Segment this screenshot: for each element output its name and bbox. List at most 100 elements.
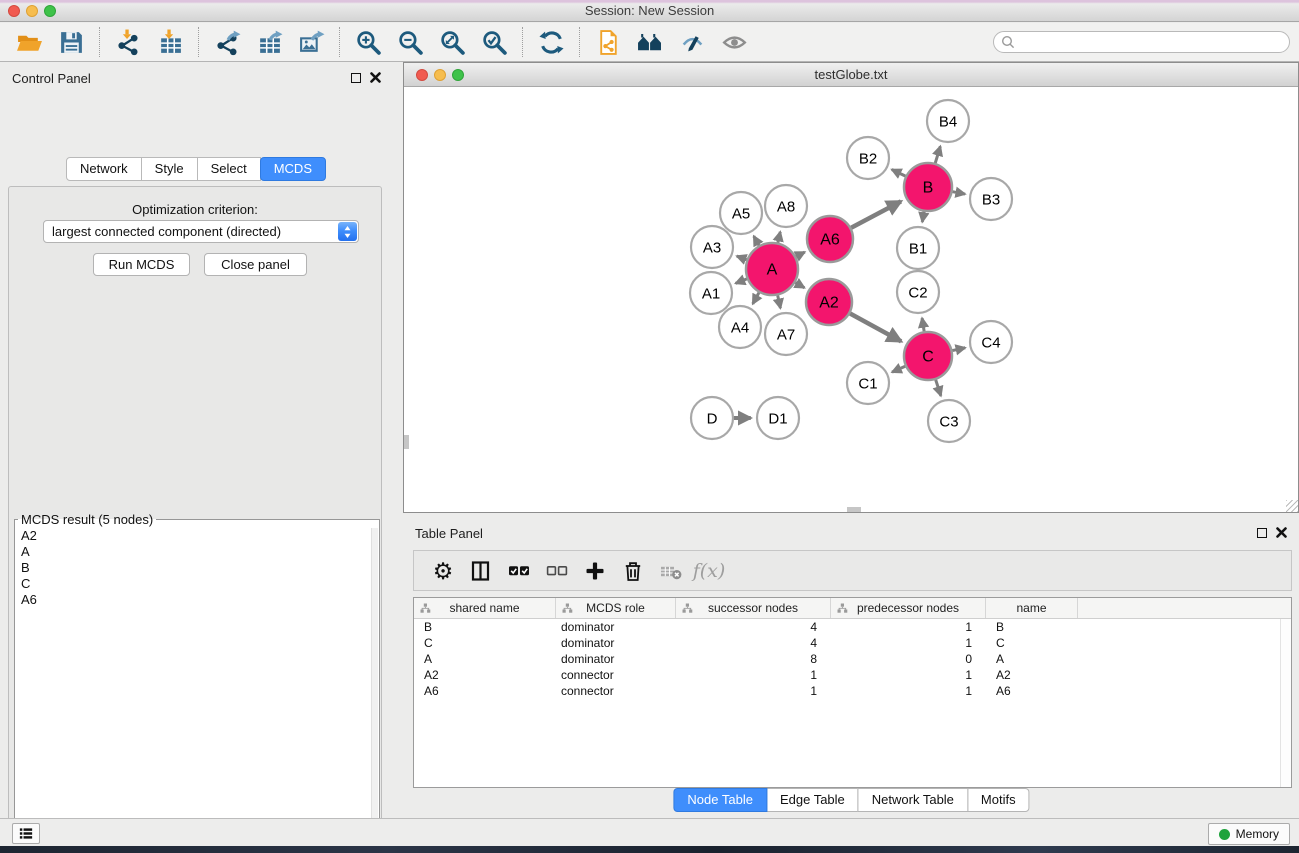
graph-nodes[interactable]: B4B2BB3B1A5A8A6A3AC2A1A2A4A7C4CC1C3DD1 <box>690 100 1012 442</box>
table-cell[interactable]: A6 <box>414 683 556 699</box>
node-C1[interactable]: C1 <box>847 362 889 404</box>
edge-B-B2[interactable] <box>892 169 906 176</box>
edge-A-A6[interactable] <box>796 252 805 257</box>
node-B[interactable]: B <box>904 163 952 211</box>
close-window-button[interactable] <box>8 5 20 17</box>
node-B3[interactable]: B3 <box>970 178 1012 220</box>
node-B1[interactable]: B1 <box>897 227 939 269</box>
edge-C-C2[interactable] <box>922 318 924 331</box>
table-cell[interactable]: A2 <box>986 667 1078 683</box>
run-mcds-button[interactable]: Run MCDS <box>93 253 190 276</box>
table-cell[interactable]: connector <box>556 667 676 683</box>
network-graph[interactable]: B4B2BB3B1A5A8A6A3AC2A1A2A4A7C4CC1C3DD1 <box>404 87 1298 512</box>
table-cell[interactable]: 1 <box>831 619 986 635</box>
tab-node-table[interactable]: Node Table <box>673 788 767 812</box>
table-row[interactable]: Cdominator41C <box>414 635 1291 651</box>
node-C2[interactable]: C2 <box>897 271 939 313</box>
edge-A-A1[interactable] <box>736 279 747 283</box>
table-cell[interactable]: 0 <box>831 651 986 667</box>
search-input[interactable] <box>993 31 1290 53</box>
table-cell[interactable]: A2 <box>414 667 556 683</box>
mcds-result-item[interactable]: B <box>21 560 373 576</box>
tab-edge-table[interactable]: Edge Table <box>766 788 859 812</box>
column-header-predecessor-nodes[interactable]: predecessor nodes <box>831 598 986 618</box>
table-cell[interactable]: 1 <box>676 683 831 699</box>
refresh-view-button[interactable] <box>530 26 572 58</box>
tab-network[interactable]: Network <box>66 157 142 181</box>
table-cell[interactable]: 1 <box>831 635 986 651</box>
edge-A-A4[interactable] <box>753 293 759 304</box>
export-table-button[interactable] <box>248 26 290 58</box>
edge-B-B4[interactable] <box>935 146 940 163</box>
close-panel-button[interactable]: Close panel <box>204 253 307 276</box>
edge-A6-B[interactable] <box>851 201 901 227</box>
float-panel-icon[interactable] <box>351 73 361 83</box>
tab-style[interactable]: Style <box>141 157 198 181</box>
hide-graphics-details-button[interactable] <box>671 26 713 58</box>
tab-mcds[interactable]: MCDS <box>260 157 326 181</box>
horizontal-scroll-thumb[interactable] <box>847 507 861 512</box>
mcds-result-item[interactable]: A <box>21 544 373 560</box>
node-A[interactable]: A <box>746 243 798 295</box>
zoom-selected-button[interactable] <box>473 26 515 58</box>
save-session-button[interactable] <box>50 26 92 58</box>
settings-button[interactable]: ⚙ <box>424 556 462 586</box>
node-A8[interactable]: A8 <box>765 185 807 227</box>
node-B4[interactable]: B4 <box>927 100 969 142</box>
mcds-result-item[interactable]: A2 <box>21 528 373 544</box>
criterion-dropdown[interactable]: largest connected component (directed) <box>43 220 359 243</box>
tab-select[interactable]: Select <box>197 157 261 181</box>
function-builder-button[interactable]: f(x) <box>690 556 728 586</box>
table-cell[interactable]: 4 <box>676 619 831 635</box>
float-table-panel-icon[interactable] <box>1257 528 1267 538</box>
edge-A-A3[interactable] <box>737 256 747 260</box>
table-cell[interactable]: A6 <box>986 683 1078 699</box>
node-D1[interactable]: D1 <box>757 397 799 439</box>
tab-motifs[interactable]: Motifs <box>967 788 1030 812</box>
table-row[interactable]: Bdominator41B <box>414 619 1291 635</box>
add-button[interactable] <box>576 556 614 586</box>
node-A3[interactable]: A3 <box>691 226 733 268</box>
edge-C-C1[interactable] <box>892 366 905 372</box>
export-network-button[interactable] <box>206 26 248 58</box>
column-header-name[interactable]: name <box>986 598 1078 618</box>
minimize-window-button[interactable] <box>26 5 38 17</box>
node-C[interactable]: C <box>904 332 952 380</box>
zoom-window-button[interactable] <box>44 5 56 17</box>
edge-C-C4[interactable] <box>952 348 965 351</box>
result-scrollbar[interactable] <box>371 528 378 853</box>
columns-button[interactable] <box>462 556 500 586</box>
close-panel-icon[interactable] <box>370 72 381 83</box>
node-A6[interactable]: A6 <box>807 216 853 262</box>
delete-table-button[interactable] <box>652 556 690 586</box>
memory-button[interactable]: Memory <box>1208 823 1290 845</box>
table-row[interactable]: A2connector11A2 <box>414 667 1291 683</box>
table-cell[interactable]: 1 <box>831 683 986 699</box>
task-history-button[interactable] <box>12 823 40 844</box>
edge-A-A2[interactable] <box>795 283 804 288</box>
vertical-scroll-thumb[interactable] <box>404 435 409 449</box>
close-network-window-button[interactable] <box>416 69 428 81</box>
delete-button[interactable] <box>614 556 652 586</box>
table-cell[interactable]: B <box>414 619 556 635</box>
edge-A-A7[interactable] <box>778 295 781 308</box>
table-cell[interactable]: B <box>986 619 1078 635</box>
table-cell[interactable]: dominator <box>556 635 676 651</box>
table-cell[interactable]: connector <box>556 683 676 699</box>
home-button[interactable] <box>629 26 671 58</box>
column-header-MCDS-role[interactable]: MCDS role <box>556 598 676 618</box>
node-A1[interactable]: A1 <box>690 272 732 314</box>
close-table-panel-icon[interactable] <box>1276 527 1287 538</box>
node-A4[interactable]: A4 <box>719 306 761 348</box>
table-cell[interactable]: dominator <box>556 651 676 667</box>
resize-grip[interactable] <box>1286 500 1298 512</box>
zoom-fit-button[interactable] <box>431 26 473 58</box>
node-A7[interactable]: A7 <box>765 313 807 355</box>
table-scrollbar[interactable] <box>1280 619 1291 787</box>
zoom-out-button[interactable] <box>389 26 431 58</box>
column-header-shared-name[interactable]: shared name <box>414 598 556 618</box>
import-table-button[interactable] <box>149 26 191 58</box>
show-graphics-details-button[interactable] <box>713 26 755 58</box>
zoom-network-window-button[interactable] <box>452 69 464 81</box>
select-all-button[interactable] <box>500 556 538 586</box>
